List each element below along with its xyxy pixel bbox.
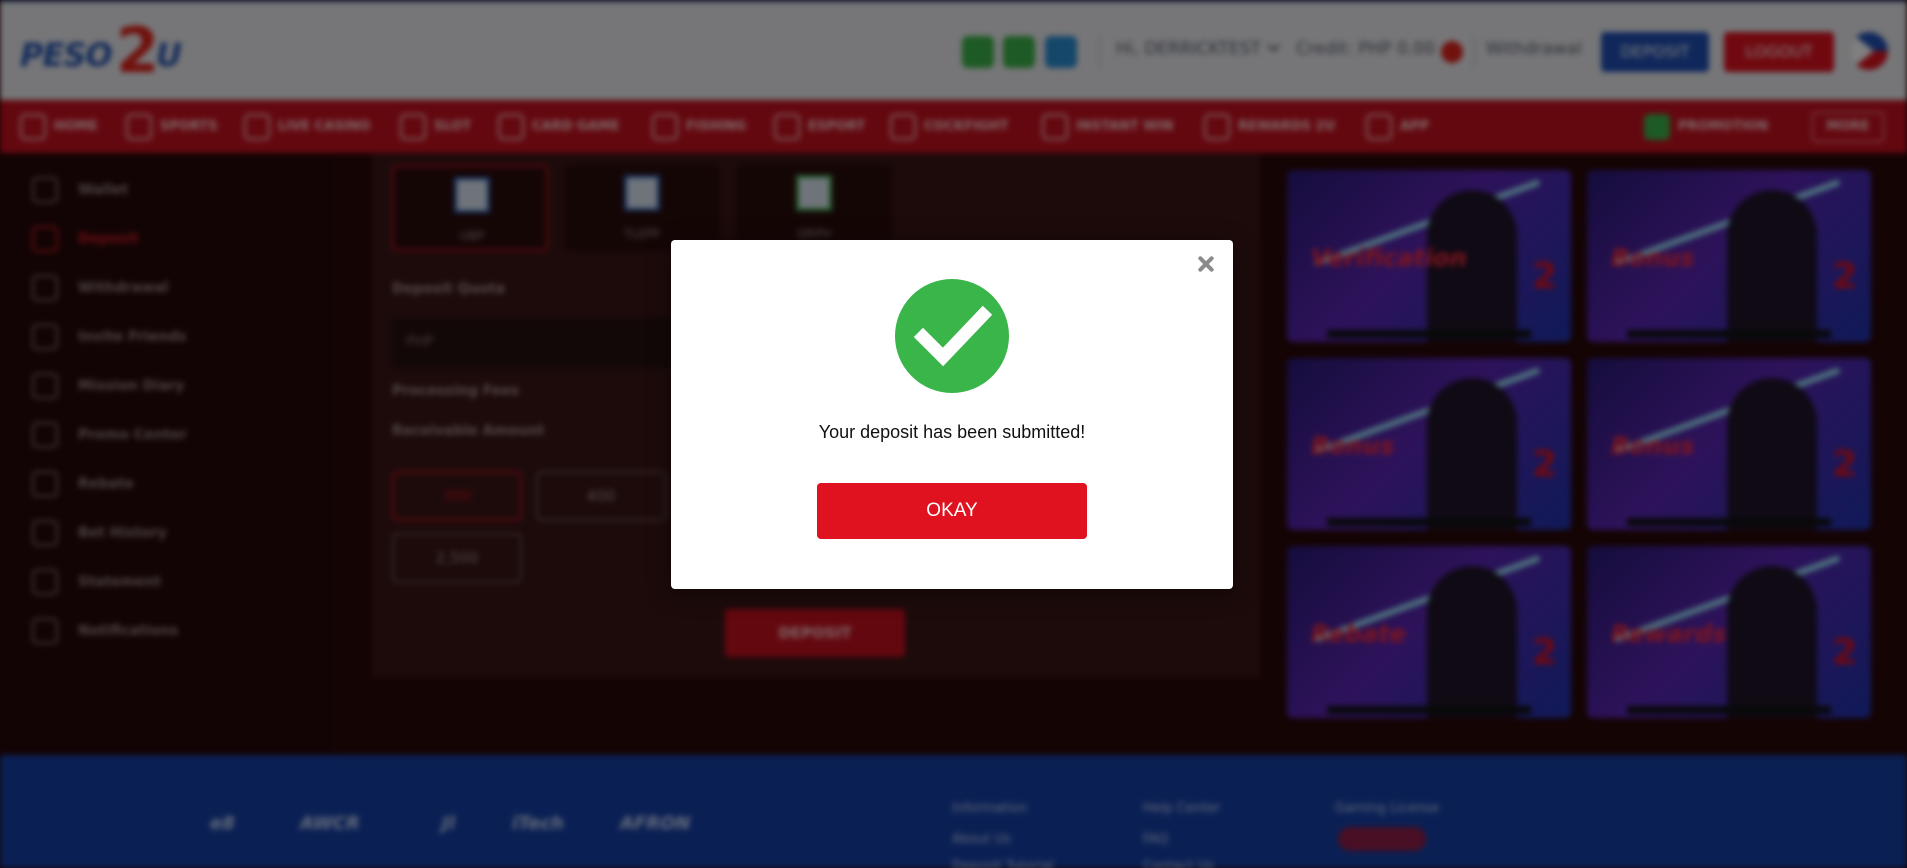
okay-button[interactable]: OKAY [817, 483, 1087, 539]
checkmark-icon [895, 279, 1009, 393]
close-icon[interactable] [1192, 250, 1220, 278]
deposit-success-modal: Your deposit has been submitted! OKAY [671, 240, 1233, 589]
success-message: Your deposit has been submitted! [818, 422, 1086, 442]
